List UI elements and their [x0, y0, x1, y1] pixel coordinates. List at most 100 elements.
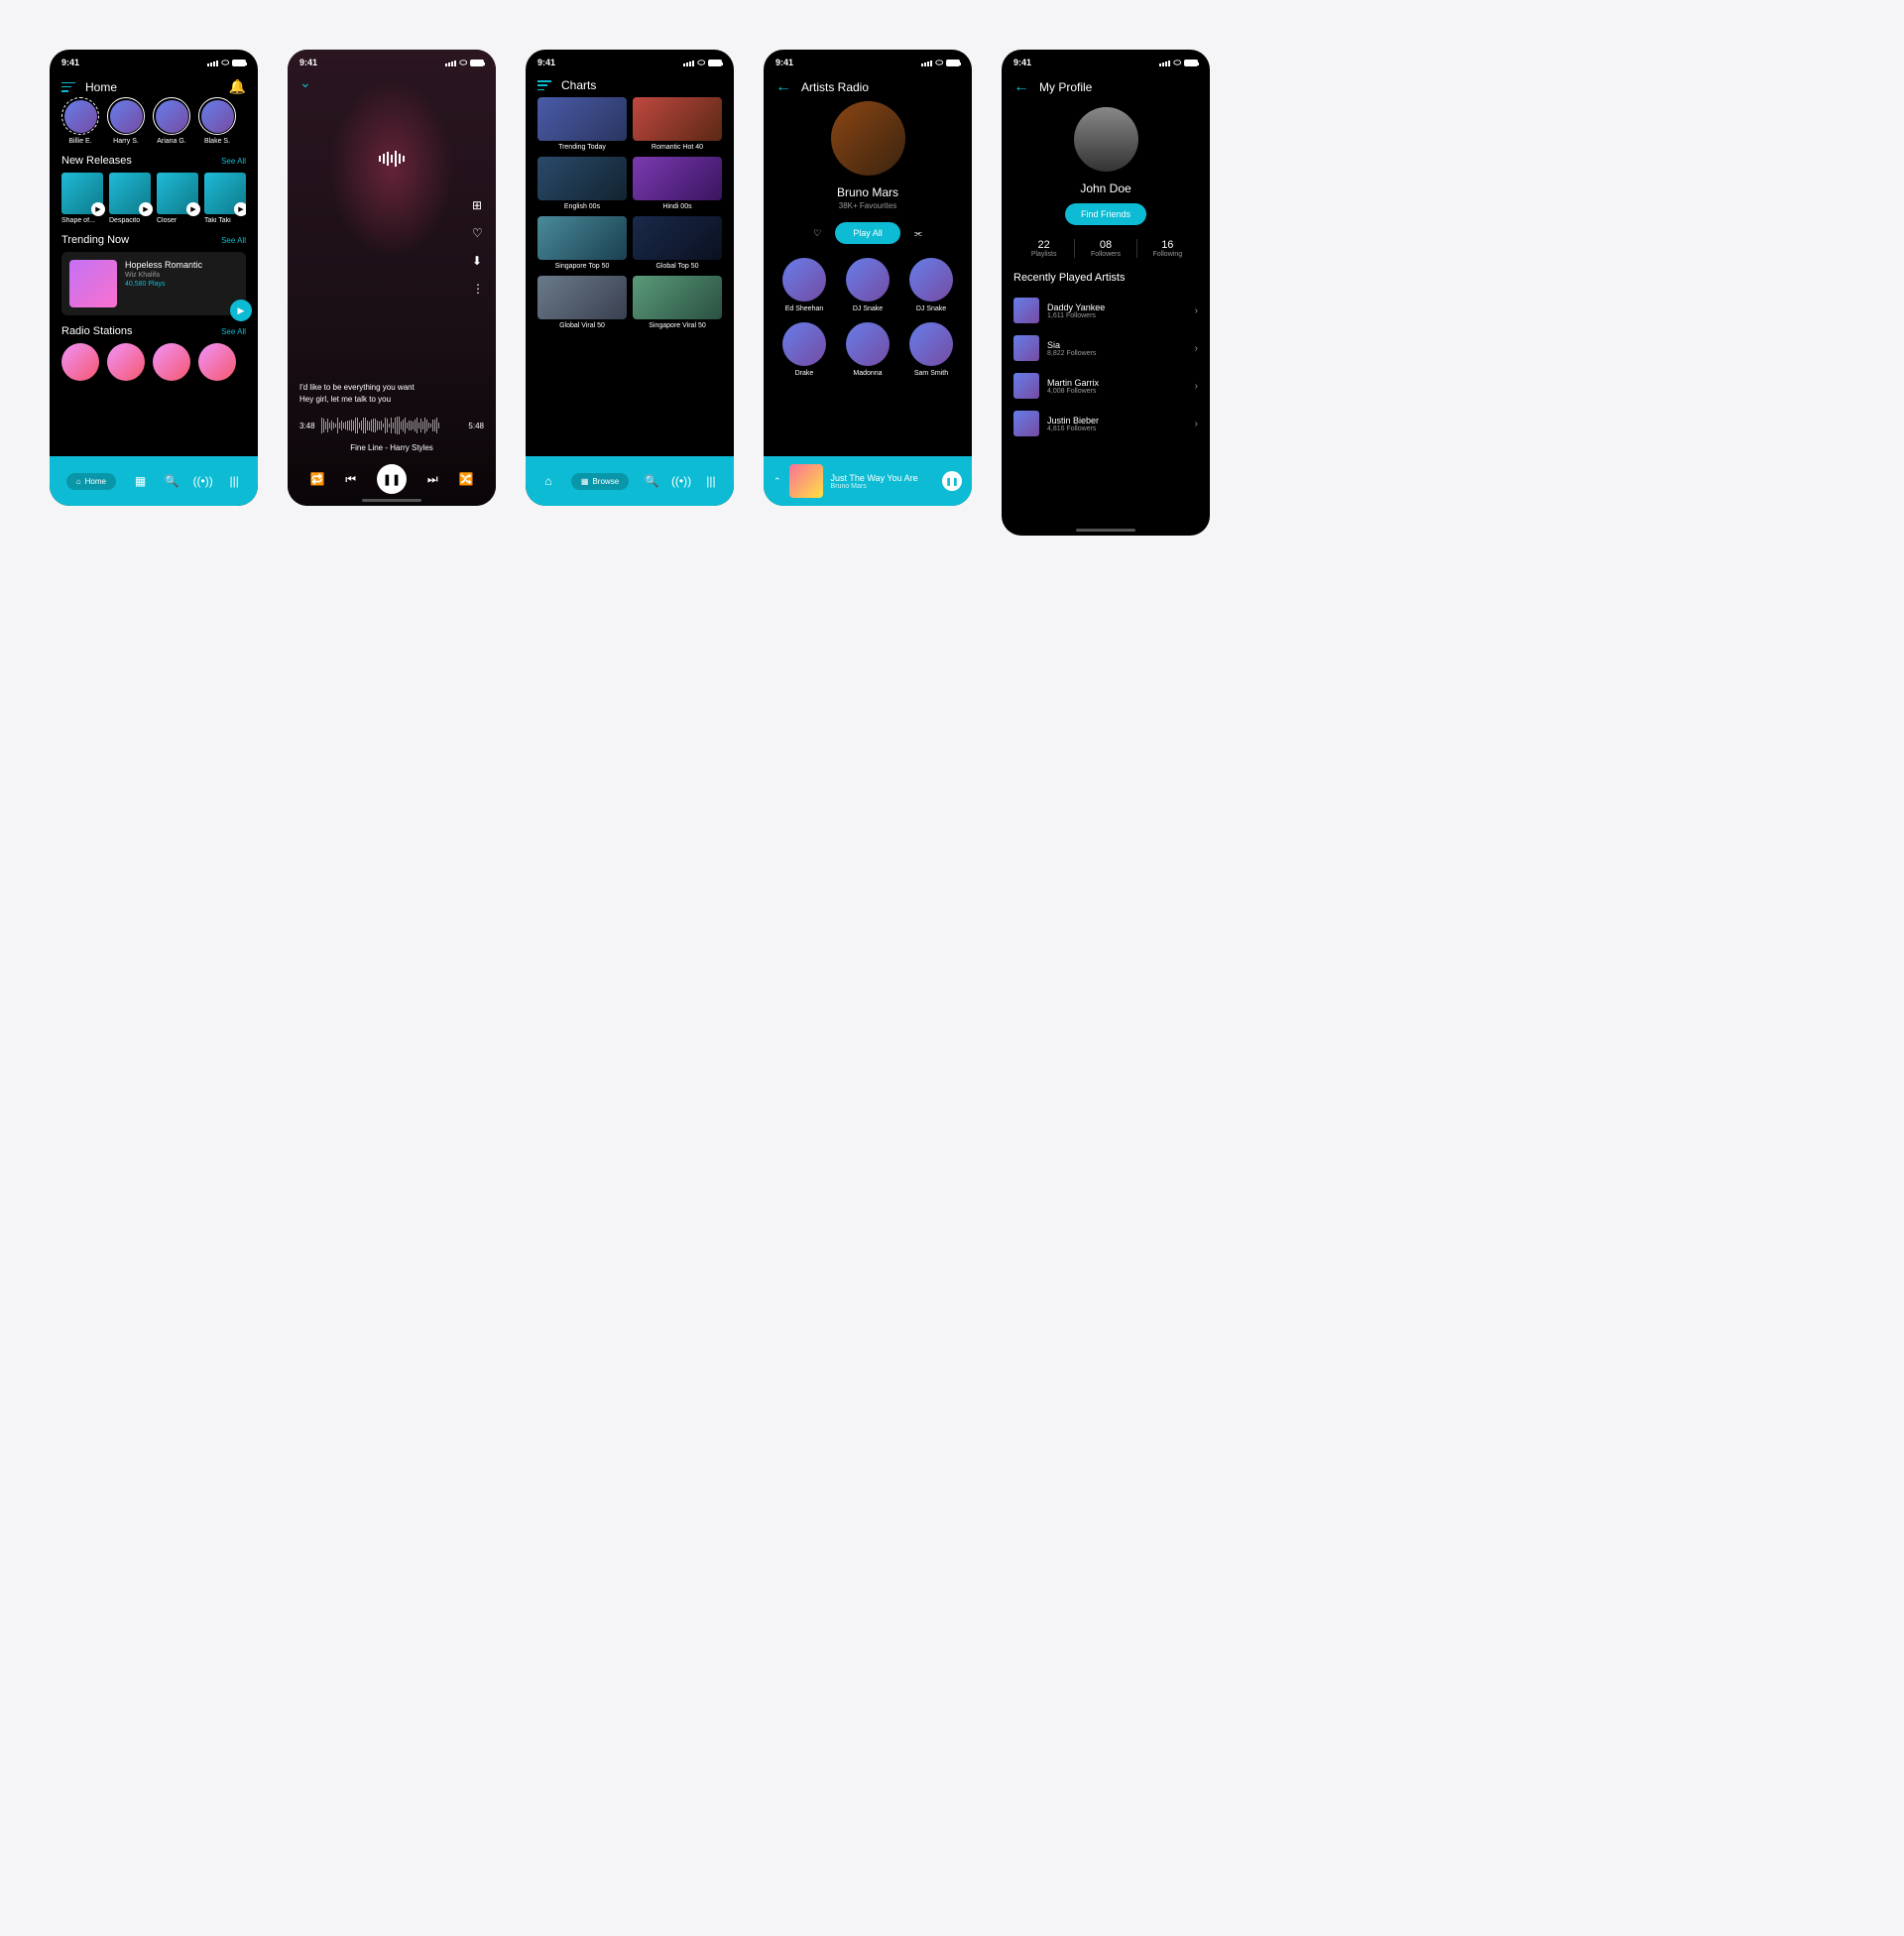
nav-library-icon[interactable]: |||: [227, 474, 241, 488]
nav-radio-icon[interactable]: ((•)): [674, 474, 688, 488]
related-artist[interactable]: Madonna: [839, 322, 896, 377]
profile-avatar[interactable]: [1074, 107, 1138, 172]
artist-name: Martin Garrix: [1047, 378, 1187, 388]
album-item[interactable]: ▶ Taki Taki: [204, 173, 246, 224]
repeat-icon[interactable]: 🔁: [309, 472, 324, 486]
shuffle-icon[interactable]: 🔀: [459, 472, 474, 486]
radio-station[interactable]: [198, 343, 236, 381]
artist-radio-screen: 9:41 ⬭ ← Artists Radio Bruno Mars 38K+ F…: [764, 50, 972, 506]
recent-artist-row[interactable]: Martin Garrix 4,008 Followers ›: [1013, 367, 1198, 405]
mini-player[interactable]: ⌃ Just The Way You Are Bruno Mars ❚❚: [764, 456, 972, 506]
stat-item[interactable]: 16 Following: [1137, 239, 1198, 258]
play-icon[interactable]: ▶: [91, 202, 105, 216]
chart-tile[interactable]: Romantic Hot 40: [633, 97, 722, 151]
chart-tile[interactable]: Global Top 50: [633, 216, 722, 270]
stories-row: Billie E. Harry S. Ariana G. Blake S.: [61, 97, 246, 145]
mini-pause-button[interactable]: ❚❚: [942, 471, 962, 491]
story-item[interactable]: Blake S.: [198, 97, 236, 145]
chevron-up-icon[interactable]: ⌃: [774, 476, 781, 487]
play-icon[interactable]: ▶: [186, 202, 200, 216]
recent-artist-row[interactable]: Daddy Yankee 1,611 Followers ›: [1013, 292, 1198, 329]
menu-icon[interactable]: [537, 80, 551, 90]
nav-search-icon[interactable]: 🔍: [645, 474, 658, 488]
related-artist[interactable]: Drake: [775, 322, 833, 377]
nav-library-icon[interactable]: |||: [704, 474, 718, 488]
album-item[interactable]: ▶ Despacito: [109, 173, 151, 224]
recent-artist-row[interactable]: Sia 8,822 Followers ›: [1013, 329, 1198, 367]
story-item[interactable]: Ariana G.: [153, 97, 190, 145]
story-name: Harry S.: [107, 138, 145, 145]
heart-icon[interactable]: ♡: [472, 226, 484, 240]
play-icon[interactable]: ▶: [234, 202, 246, 216]
nav-search-icon[interactable]: 🔍: [165, 474, 178, 488]
add-icon[interactable]: ⊞: [472, 198, 484, 212]
related-artist[interactable]: DJ Snake: [902, 258, 960, 312]
status-time: 9:41: [299, 58, 317, 68]
profile-name: John Doe: [1013, 182, 1198, 195]
battery-icon: [232, 60, 246, 66]
page-title: Charts: [561, 78, 722, 92]
album-name: Taki Taki: [204, 217, 246, 224]
trending-card[interactable]: Hopeless Romantic Wiz Khalifa 40,580 Pla…: [61, 252, 246, 315]
stat-item[interactable]: 22 Playlists: [1013, 239, 1075, 258]
chart-tile[interactable]: English 00s: [537, 157, 627, 210]
more-icon[interactable]: ⋮: [472, 282, 484, 296]
mini-player-artist: Bruno Mars: [831, 483, 934, 490]
pause-button[interactable]: ❚❚: [377, 464, 407, 494]
waveform[interactable]: [321, 416, 463, 435]
nav-browse-icon[interactable]: ▦: [134, 474, 148, 488]
related-artist[interactable]: Sam Smith: [902, 322, 960, 377]
track-info: Fine Line - Harry Styles: [299, 443, 484, 452]
menu-icon[interactable]: [61, 82, 75, 92]
chevron-right-icon: ›: [1195, 343, 1198, 354]
nav-home[interactable]: ⌂Home: [66, 473, 116, 490]
status-time: 9:41: [775, 58, 793, 68]
back-icon[interactable]: ←: [775, 78, 791, 96]
radio-title: Radio Stations: [61, 325, 133, 337]
play-icon[interactable]: ▶: [139, 202, 153, 216]
nav-radio-icon[interactable]: ((•)): [196, 474, 210, 488]
play-button[interactable]: ▶: [230, 300, 252, 321]
download-icon[interactable]: ⬇: [472, 254, 484, 268]
related-artist[interactable]: DJ Snake: [839, 258, 896, 312]
album-item[interactable]: ▶ Shape of...: [61, 173, 103, 224]
chart-name: Singapore Top 50: [537, 263, 627, 270]
chart-tile[interactable]: Singapore Viral 50: [633, 276, 722, 329]
story-name: Ariana G.: [153, 138, 190, 145]
radio-station[interactable]: [153, 343, 190, 381]
related-artist-name: Drake: [775, 370, 833, 377]
story-item[interactable]: Harry S.: [107, 97, 145, 145]
chart-tile[interactable]: Global Viral 50: [537, 276, 627, 329]
stat-label: Following: [1137, 251, 1198, 258]
stat-item[interactable]: 08 Followers: [1075, 239, 1136, 258]
collapse-icon[interactable]: ⌄: [299, 74, 484, 91]
recent-artist-row[interactable]: Justin Bieber 4,816 Followers ›: [1013, 405, 1198, 442]
artist-name: Justin Bieber: [1047, 416, 1187, 425]
album-item[interactable]: ▶ Closer: [157, 173, 198, 224]
wifi-icon: ⬭: [1173, 58, 1181, 68]
radio-station[interactable]: [61, 343, 99, 381]
notification-icon[interactable]: 🔔: [229, 78, 246, 95]
see-all-link[interactable]: See All: [221, 157, 246, 166]
radio-station[interactable]: [107, 343, 145, 381]
see-all-link[interactable]: See All: [221, 236, 246, 245]
chart-tile[interactable]: Hindi 00s: [633, 157, 722, 210]
find-friends-button[interactable]: Find Friends: [1065, 203, 1146, 225]
nav-browse[interactable]: ▦Browse: [571, 473, 629, 490]
story-item[interactable]: Billie E.: [61, 97, 99, 145]
bottom-nav: ⌂ ▦Browse 🔍 ((•)) |||: [526, 456, 734, 506]
chart-tile[interactable]: Trending Today: [537, 97, 627, 151]
back-icon[interactable]: ←: [1013, 78, 1029, 96]
chart-tile[interactable]: Singapore Top 50: [537, 216, 627, 270]
artist-thumb: [1013, 411, 1039, 436]
previous-icon[interactable]: ⏮: [345, 472, 356, 487]
play-all-button[interactable]: Play All: [835, 222, 900, 244]
battery-icon: [470, 60, 484, 66]
heart-icon[interactable]: ♡: [813, 228, 821, 239]
related-artist[interactable]: Ed Sheehan: [775, 258, 833, 312]
see-all-link[interactable]: See All: [221, 327, 246, 336]
share-icon[interactable]: ⫘: [914, 228, 922, 239]
nav-home-icon[interactable]: ⌂: [541, 474, 555, 488]
signal-icon: [207, 60, 218, 66]
next-icon[interactable]: ⏭: [427, 472, 438, 487]
